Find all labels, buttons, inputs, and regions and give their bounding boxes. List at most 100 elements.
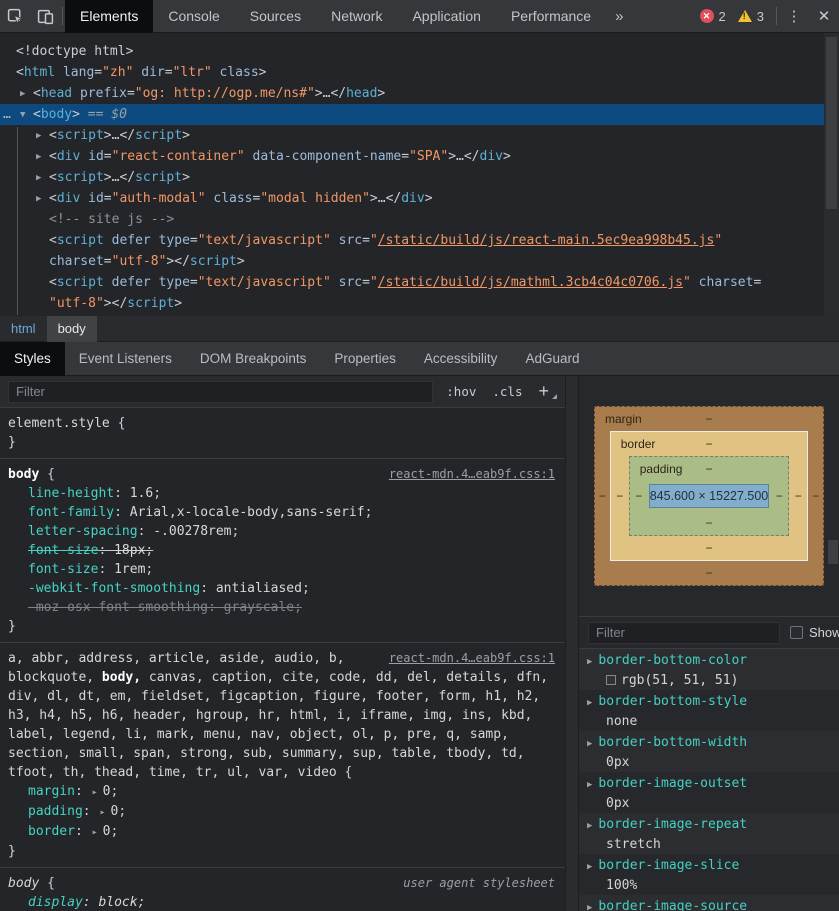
box-model-margin[interactable]: margin − − border − − <box>594 406 824 586</box>
dom-row[interactable]: "utf-8"></script> <box>0 293 824 314</box>
dom-row[interactable]: <!doctype html> <box>0 41 824 62</box>
dom-row[interactable]: ▶<script>…</script> <box>0 125 824 146</box>
close-icon[interactable]: ✕ <box>809 0 839 33</box>
box-model-border[interactable]: border − − padding − − <box>610 431 809 561</box>
rule-selector[interactable]: react-mdn.4…eab9f.css:1body { <box>8 465 555 484</box>
new-style-rule-button[interactable]: + <box>535 381 557 402</box>
margin-bottom-value[interactable]: − <box>705 566 712 580</box>
error-badge[interactable]: ✕ 2 <box>700 9 726 24</box>
css-property[interactable]: display: block; <box>8 893 555 911</box>
expand-arrow-right-icon[interactable]: ▶ <box>587 739 592 749</box>
css-property[interactable]: padding: ▸0; <box>8 802 555 822</box>
pane-divider[interactable] <box>565 376 579 911</box>
rule-selector[interactable]: element.style { <box>8 414 555 433</box>
expand-arrow-right-icon[interactable]: ▶ <box>36 168 49 188</box>
css-property[interactable]: font-family: Arial,x-locale-body,sans-se… <box>8 503 555 522</box>
tab-network[interactable]: Network <box>316 0 397 33</box>
tab-console[interactable]: Console <box>153 0 234 33</box>
expand-arrow-right-icon[interactable]: ▶ <box>36 189 49 209</box>
expand-arrow-right-icon[interactable]: ▶ <box>20 84 33 104</box>
dom-row[interactable]: ▶<div id="react-container" data-componen… <box>0 146 824 167</box>
computed-property-row[interactable]: ▶border-bottom-stylenone <box>579 690 839 731</box>
padding-left-value[interactable]: − <box>630 481 648 511</box>
stylesheet-link[interactable]: react-mdn.4…eab9f.css:1 <box>389 465 555 484</box>
crumb-body[interactable]: body <box>47 316 97 342</box>
stylesheet-link[interactable]: user agent stylesheet <box>403 874 555 893</box>
expand-arrow-right-icon[interactable]: ▶ <box>587 862 592 872</box>
dom-row[interactable]: ▶<head prefix="og: http://ogp.me/ns#">…<… <box>0 83 824 104</box>
box-model-content[interactable]: 845.600 × 15227.500 <box>649 484 770 508</box>
margin-right-value[interactable]: − <box>808 431 823 561</box>
border-left-value[interactable]: − <box>611 456 629 536</box>
tab-event-listeners[interactable]: Event Listeners <box>65 342 186 376</box>
css-property[interactable]: -webkit-font-smoothing: antialiased; <box>8 579 555 598</box>
rule-selector[interactable]: react-mdn.4…eab9f.css:1a, abbr, address,… <box>8 649 555 782</box>
tab-elements[interactable]: Elements <box>65 0 153 33</box>
box-model-padding[interactable]: padding − − 845.600 × 15227.500 − <box>629 456 790 536</box>
class-toggle-button[interactable]: .cls <box>489 384 525 399</box>
more-tabs-icon[interactable]: » <box>606 8 632 25</box>
tab-adguard[interactable]: AdGuard <box>511 342 593 376</box>
expand-arrow-right-icon[interactable]: ▶ <box>587 903 592 911</box>
tab-application[interactable]: Application <box>397 0 496 33</box>
padding-right-value[interactable]: − <box>770 481 788 511</box>
dom-row[interactable]: <!-- site js --> <box>0 209 824 230</box>
warning-badge[interactable]: ! 3 <box>738 9 764 24</box>
tab-sources[interactable]: Sources <box>235 0 316 33</box>
dom-scrollbar-thumb[interactable] <box>826 37 837 209</box>
styles-filter-input[interactable] <box>8 381 433 403</box>
expand-arrow-right-icon[interactable]: ▶ <box>36 126 49 146</box>
color-swatch[interactable] <box>606 675 616 685</box>
rule-selector[interactable]: user agent stylesheetbody { <box>8 874 555 893</box>
computed-scrollbar[interactable] <box>826 376 839 911</box>
dom-row[interactable]: ▶<script>…</script> <box>0 167 824 188</box>
css-property[interactable]: line-height: 1.6; <box>8 484 555 503</box>
expand-arrow-right-icon[interactable]: ▶ <box>36 147 49 167</box>
tab-accessibility[interactable]: Accessibility <box>410 342 512 376</box>
expand-arrow-icon[interactable]: ▸ <box>92 827 98 838</box>
dom-row[interactable]: …▼<body> == $0 <box>0 104 824 125</box>
css-property[interactable]: border: ▸0; <box>8 822 555 842</box>
border-bottom-value[interactable]: − <box>705 541 712 555</box>
dom-scrollbar[interactable] <box>824 33 839 316</box>
css-property[interactable]: font-size: 18px; <box>8 541 555 560</box>
show-all-checkbox[interactable] <box>790 626 803 639</box>
css-property[interactable]: font-size: 1rem; <box>8 560 555 579</box>
css-property[interactable]: margin: ▸0; <box>8 782 555 802</box>
css-property[interactable]: letter-spacing: -.00278rem; <box>8 522 555 541</box>
computed-property-row[interactable]: ▶border-bottom-colorrgb(51, 51, 51) <box>579 649 839 690</box>
expand-arrow-icon[interactable]: ▸ <box>92 787 98 798</box>
expand-arrow-down-icon[interactable]: ▼ <box>20 105 33 125</box>
tab-styles[interactable]: Styles <box>0 342 65 376</box>
css-property[interactable]: -moz-osx-font-smoothing: grayscale; <box>8 598 555 617</box>
border-right-value[interactable]: − <box>789 456 807 536</box>
dom-row[interactable]: <html lang="zh" dir="ltr" class> <box>0 62 824 83</box>
computed-property-row[interactable]: ▶border-image-repeatstretch <box>579 813 839 854</box>
dom-row[interactable]: ▶<div id="auth-modal" class="modal hidde… <box>0 188 824 209</box>
inspect-element-icon[interactable] <box>0 0 30 33</box>
dom-row[interactable]: <script defer type="text/javascript" src… <box>0 230 824 251</box>
padding-bottom-value[interactable]: − <box>705 516 712 530</box>
tab-performance[interactable]: Performance <box>496 0 606 33</box>
computed-property-row[interactable]: ▶border-image-outset0px <box>579 772 839 813</box>
tab-dom-breakpoints[interactable]: DOM Breakpoints <box>186 342 321 376</box>
expand-arrow-right-icon[interactable]: ▶ <box>587 780 592 790</box>
device-toolbar-icon[interactable] <box>30 0 60 33</box>
expand-arrow-icon[interactable]: ▸ <box>99 807 105 818</box>
tab-properties[interactable]: Properties <box>320 342 410 376</box>
computed-property-row[interactable]: ▶border-bottom-width0px <box>579 731 839 772</box>
expand-arrow-right-icon[interactable]: ▶ <box>587 821 592 831</box>
kebab-menu-icon[interactable]: ⋮ <box>779 0 809 33</box>
dom-row[interactable]: <script defer type="text/javascript" src… <box>0 272 824 293</box>
computed-filter-input[interactable] <box>588 622 780 644</box>
margin-left-value[interactable]: − <box>595 431 610 561</box>
pseudo-state-button[interactable]: :hov <box>443 384 479 399</box>
expand-arrow-right-icon[interactable]: ▶ <box>587 698 592 708</box>
crumb-html[interactable]: html <box>0 316 47 342</box>
computed-property-row[interactable]: ▶border-image-slice100% <box>579 854 839 895</box>
computed-scrollbar-thumb[interactable] <box>828 540 838 564</box>
expand-arrow-right-icon[interactable]: ▶ <box>587 657 592 667</box>
stylesheet-link[interactable]: react-mdn.4…eab9f.css:1 <box>389 649 555 668</box>
computed-property-row[interactable]: ▶border-image-source <box>579 895 839 911</box>
dom-row[interactable]: charset="utf-8"></script> <box>0 251 824 272</box>
